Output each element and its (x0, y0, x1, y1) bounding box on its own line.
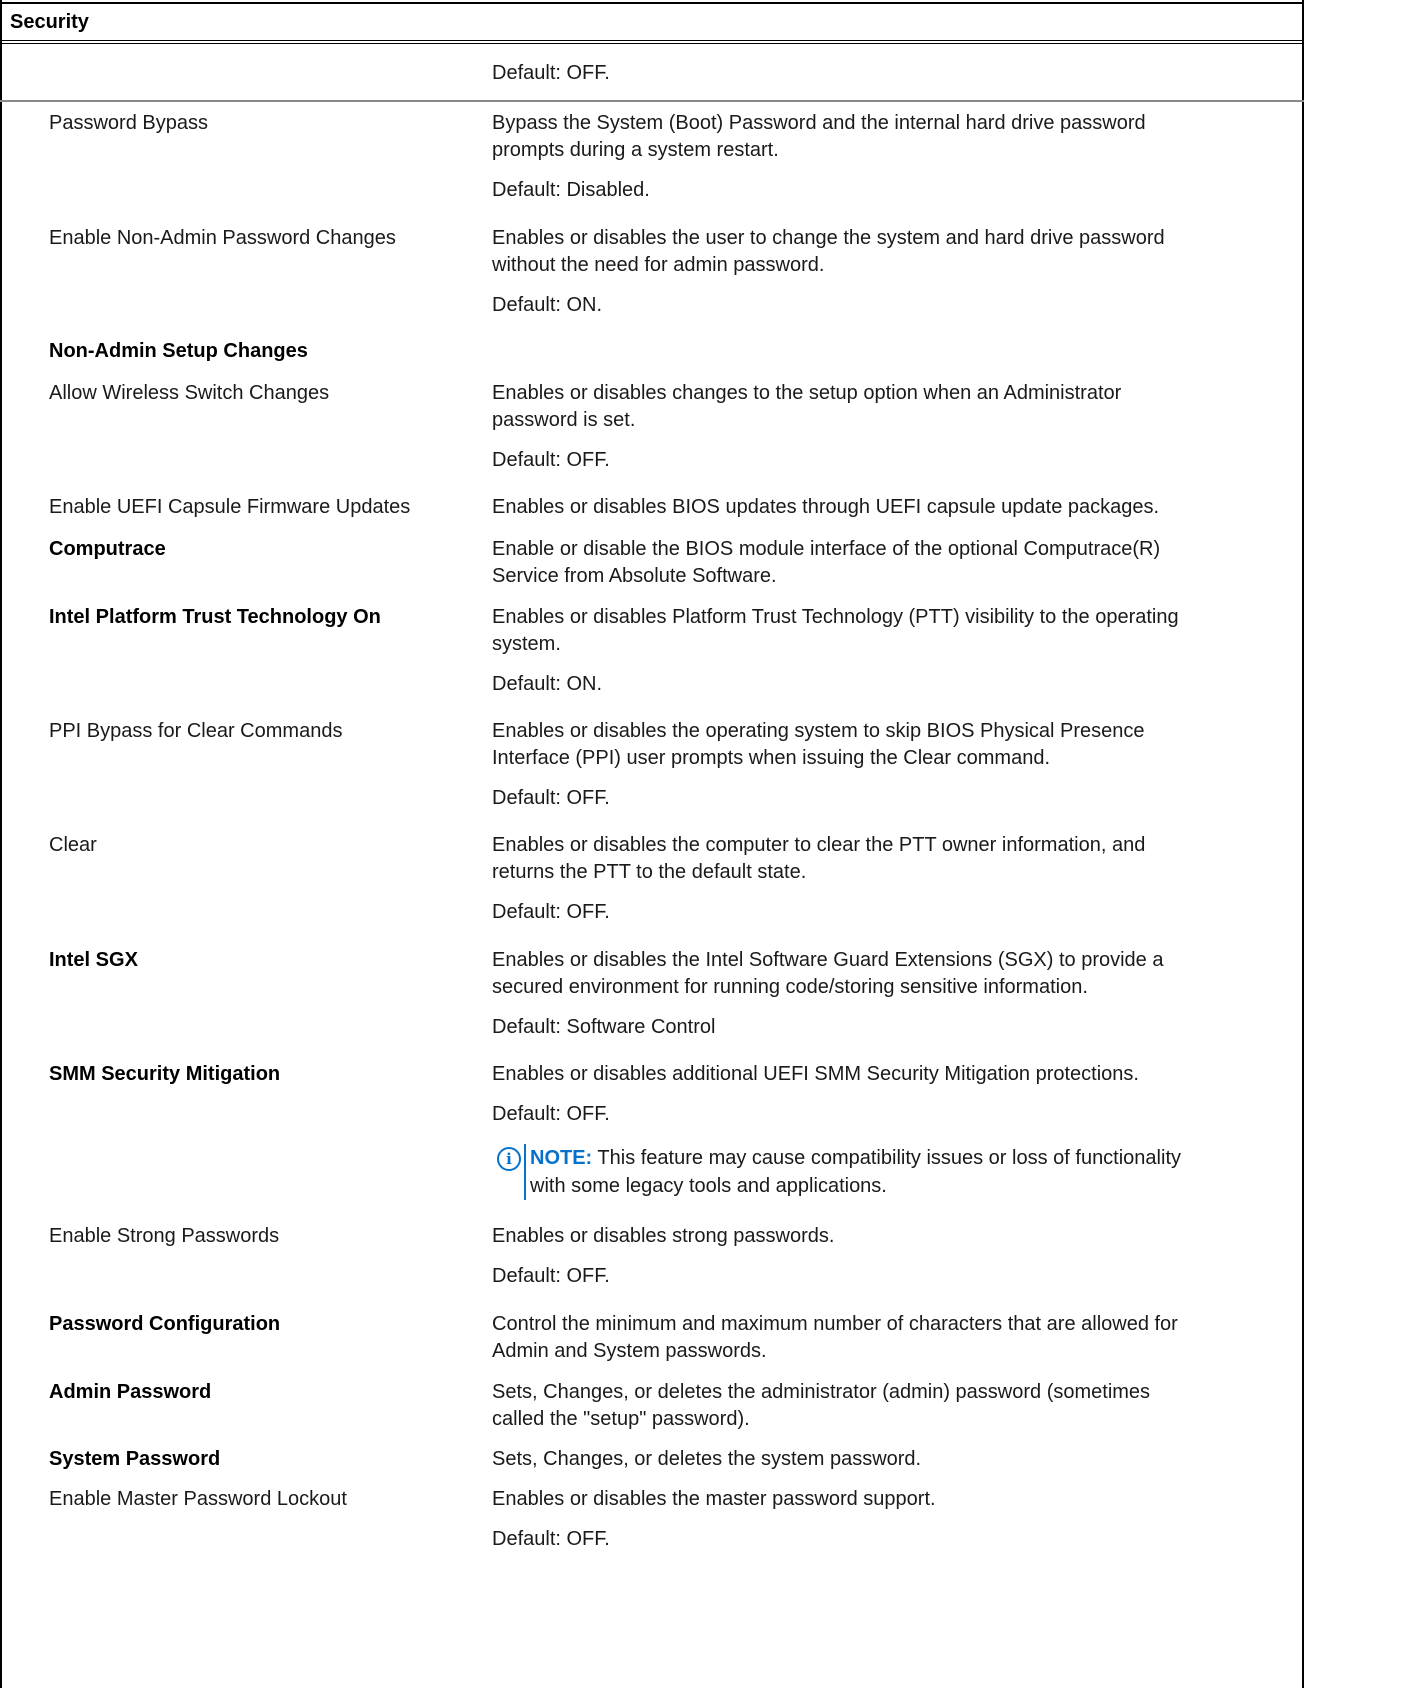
row-label: Allow Wireless Switch Changes (49, 382, 330, 404)
row-label: Enable Master Password Lockout (49, 1488, 347, 1510)
row-default: Default: OFF. (492, 62, 610, 84)
section-header: Security (0, 2, 1304, 44)
row-label: Enable Non-Admin Password Changes (49, 227, 396, 249)
row-description-line: Bypass the System (Boot) Password and th… (492, 112, 1146, 134)
row-description-line: Sets, Changes, or deletes the system pas… (492, 1448, 922, 1470)
row-description-line: Enables or disables BIOS updates through… (492, 496, 1160, 518)
row-description-line: system. (492, 633, 561, 655)
note-line-1: This feature may cause compatibility iss… (592, 1147, 1181, 1169)
row-description-line: Sets, Changes, or deletes the administra… (492, 1381, 1151, 1403)
row-label: PPI Bypass for Clear Commands (49, 720, 343, 742)
row-default: Default: Software Control (492, 1016, 716, 1038)
row-description-line: Enables or disables strong passwords. (492, 1225, 835, 1247)
row-default: Default: Disabled. (492, 179, 650, 201)
row-description-line: Service from Absolute Software. (492, 565, 777, 587)
row-default: Default: OFF. (492, 787, 610, 809)
note-text: NOTE: This feature may cause compatibili… (530, 1144, 1181, 1200)
row-label: Admin Password (49, 1381, 212, 1403)
row-description-line: secured environment for running code/sto… (492, 976, 1088, 998)
row-description-line: password is set. (492, 409, 636, 431)
row-label: Password Configuration (49, 1313, 281, 1335)
row-default: Default: OFF. (492, 1103, 610, 1125)
row-description-line: Enables or disables the computer to clea… (492, 834, 1146, 856)
row-default: Default: ON. (492, 294, 603, 316)
row-description-line: Enables or disables the master password … (492, 1488, 936, 1510)
row-default: Default: OFF. (492, 1265, 610, 1287)
row-description-line: Enables or disables the user to change t… (492, 227, 1165, 249)
row-default: Default: OFF. (492, 901, 610, 923)
row-label: Password Bypass (49, 112, 208, 134)
info-icon: i (497, 1147, 521, 1171)
note-label: NOTE: (530, 1147, 593, 1169)
top-row-divider (0, 44, 1304, 102)
row-default: Default: OFF. (492, 449, 610, 471)
row-label: Enable UEFI Capsule Firmware Updates (49, 496, 411, 518)
row-description-line: returns the PTT to the default state. (492, 861, 807, 883)
row-label: SMM Security Mitigation (49, 1063, 281, 1085)
row-label: Enable Strong Passwords (49, 1225, 280, 1247)
note-callout: i NOTE: This feature may cause compatibi… (497, 1144, 1287, 1202)
row-description-line: without the need for admin password. (492, 254, 825, 276)
row-description-line: Enable or disable the BIOS module interf… (492, 538, 1161, 560)
row-label: Clear (49, 834, 97, 856)
row-description-line: Interface (PPI) user prompts when issuin… (492, 747, 1051, 769)
row-description-line: Admin and System passwords. (492, 1340, 767, 1362)
row-description-line: called the "setup" password). (492, 1408, 750, 1430)
row-label: Intel Platform Trust Technology On (49, 606, 381, 628)
note-accent-bar (524, 1144, 526, 1200)
row-default: Default: ON. (492, 673, 603, 695)
row-description-line: Enables or disables the operating system… (492, 720, 1145, 742)
row-description-line: Enables or disables changes to the setup… (492, 382, 1122, 404)
row-label: Intel SGX (49, 949, 138, 971)
row-default: Default: OFF. (492, 1528, 610, 1550)
row-label: Non-Admin Setup Changes (49, 340, 308, 362)
row-description-line: Enables or disables additional UEFI SMM … (492, 1063, 1139, 1085)
row-label: Computrace (49, 538, 166, 560)
row-description-line: prompts during a system restart. (492, 139, 779, 161)
row-description-line: Enables or disables the Intel Software G… (492, 949, 1164, 971)
row-description-line: Enables or disables Platform Trust Techn… (492, 606, 1179, 628)
note-line-2: with some legacy tools and applications. (530, 1175, 887, 1197)
section-title: Security (10, 10, 89, 33)
row-label: System Password (49, 1448, 221, 1470)
row-description-line: Control the minimum and maximum number o… (492, 1313, 1178, 1335)
